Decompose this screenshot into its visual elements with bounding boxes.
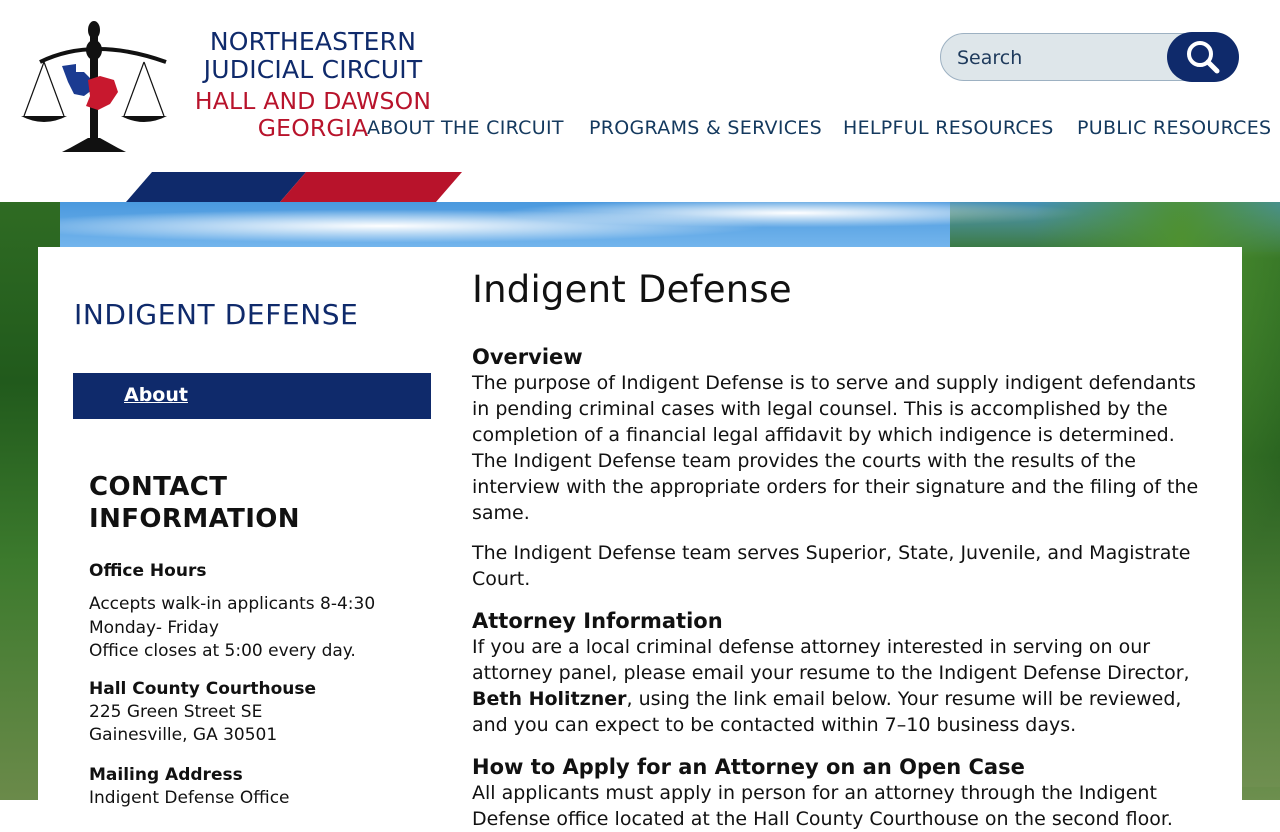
office-hours-label: Office Hours <box>89 561 207 581</box>
logo-line-1: NORTHEASTERN <box>209 27 417 56</box>
scales-of-justice-icon <box>21 21 167 152</box>
search-icon <box>1187 41 1220 74</box>
contact-information: CONTACT INFORMATION Office Hours Accepts… <box>89 471 389 810</box>
contact-heading-line-1: CONTACT <box>89 472 228 502</box>
nav-about-the-circuit[interactable]: ABOUT THE CIRCUIT <box>367 117 564 139</box>
apply-heading: How to Apply for an Attorney on an Open … <box>472 755 1025 779</box>
search-button[interactable] <box>1167 32 1239 82</box>
page-title: Indigent Defense <box>472 268 792 311</box>
attorney-info-heading: Attorney Information <box>472 609 723 633</box>
contact-heading-line-2: INFORMATION <box>89 504 300 534</box>
overview-paragraph-1: The purpose of Indigent Defense is to se… <box>472 372 1199 524</box>
site-header: NORTHEASTERN JUDICIAL CIRCUIT HALL AND D… <box>0 0 1280 202</box>
mailing-address-line-1: Indigent Defense Office <box>89 787 290 808</box>
attorney-info-paragraph: If you are a local criminal defense atto… <box>472 634 1207 738</box>
logo-line-2: JUDICIAL CIRCUIT <box>203 55 423 84</box>
decorative-stripes <box>126 172 462 202</box>
nav-public-resources[interactable]: PUBLIC RESOURCES <box>1077 117 1271 139</box>
contact-heading: CONTACT INFORMATION <box>89 471 389 535</box>
sidebar-title: INDIGENT DEFENSE <box>74 298 359 331</box>
office-hours-line-3: Office closes at 5:00 every day. <box>89 641 356 661</box>
content-card: INDIGENT DEFENSE About CONTACT INFORMATI… <box>38 247 1242 830</box>
main-nav: ABOUT THE CIRCUIT PROGRAMS & SERVICES HE… <box>367 117 1271 143</box>
mailing-address-label: Mailing Address <box>89 764 243 785</box>
courthouse-label: Hall County Courthouse <box>89 678 317 699</box>
logo-line-3: HALL AND DAWSON <box>194 87 432 115</box>
main-content: Indigent Defense Overview The purpose of… <box>472 267 1207 832</box>
apply-paragraph: All applicants must apply in person for … <box>472 782 1173 830</box>
sidebar-item-about[interactable]: About <box>73 373 431 419</box>
nav-programs-services[interactable]: PROGRAMS & SERVICES <box>589 117 822 139</box>
office-hours-line-1: Accepts walk-in applicants 8-4:30 <box>89 594 376 614</box>
office-hours-line-2: Monday- Friday <box>89 617 219 638</box>
sidebar-item-label[interactable]: About <box>124 384 188 406</box>
overview-heading: Overview <box>472 345 583 369</box>
nav-helpful-resources[interactable]: HELPFUL RESOURCES <box>843 117 1054 139</box>
attorney-text-a: If you are a local criminal defense atto… <box>472 636 1190 684</box>
site-logo-link[interactable]: NORTHEASTERN JUDICIAL CIRCUIT HALL AND D… <box>18 16 438 166</box>
courthouse-address-line-2: Gainesville, GA 30501 <box>89 725 278 745</box>
search-form <box>940 32 1239 82</box>
overview-paragraph-2: The Indigent Defense team serves Superio… <box>472 542 1191 590</box>
director-name: Beth Holitzner <box>472 688 627 710</box>
courthouse-address-line-1: 225 Green Street SE <box>89 701 263 722</box>
search-input[interactable] <box>955 43 1169 73</box>
